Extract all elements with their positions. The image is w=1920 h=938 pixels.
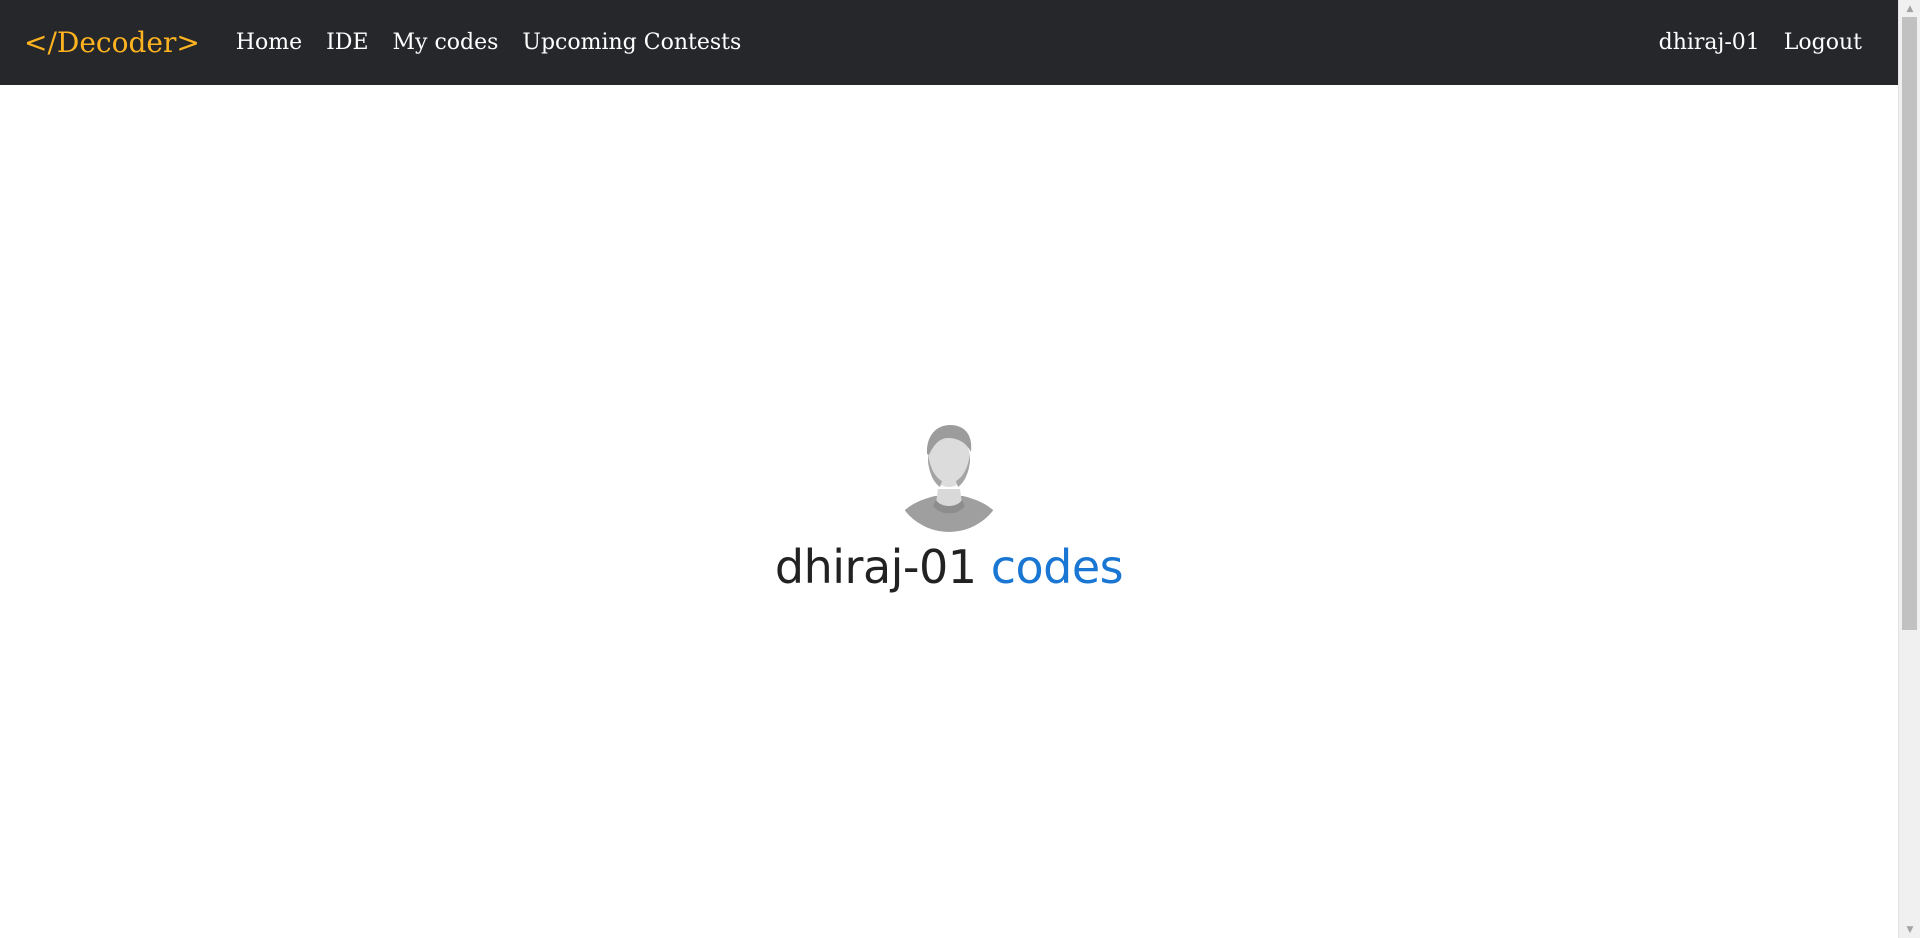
scrollbar-thumb[interactable] <box>1902 17 1917 630</box>
primary-nav: Home IDE My codes Upcoming Contests <box>236 30 742 55</box>
scroll-up-icon[interactable]: ▲ <box>1899 0 1920 17</box>
logout-link[interactable]: Logout <box>1784 30 1862 55</box>
profile-codes-label: codes <box>990 540 1124 594</box>
top-navbar: </Decoder> Home IDE My codes Upcoming Co… <box>0 0 1898 85</box>
brand-logo-link[interactable]: </Decoder> <box>24 26 200 59</box>
user-silhouette-icon <box>893 425 1005 532</box>
nav-my-codes-link[interactable]: My codes <box>393 30 499 55</box>
nav-upcoming-contests-link[interactable]: Upcoming Contests <box>522 30 741 55</box>
user-nav: dhiraj-01 Logout <box>1659 30 1874 55</box>
profile-heading: dhiraj-01 codes <box>774 540 1124 594</box>
nav-home-link[interactable]: Home <box>236 30 302 55</box>
profile-main: dhiraj-01 codes <box>0 85 1898 938</box>
scroll-down-icon[interactable]: ▼ <box>1899 921 1920 938</box>
vertical-scrollbar[interactable]: ▲ ▼ <box>1898 0 1920 938</box>
user-profile-link[interactable]: dhiraj-01 <box>1659 30 1760 55</box>
profile-username: dhiraj-01 <box>774 540 977 594</box>
nav-ide-link[interactable]: IDE <box>326 30 368 55</box>
